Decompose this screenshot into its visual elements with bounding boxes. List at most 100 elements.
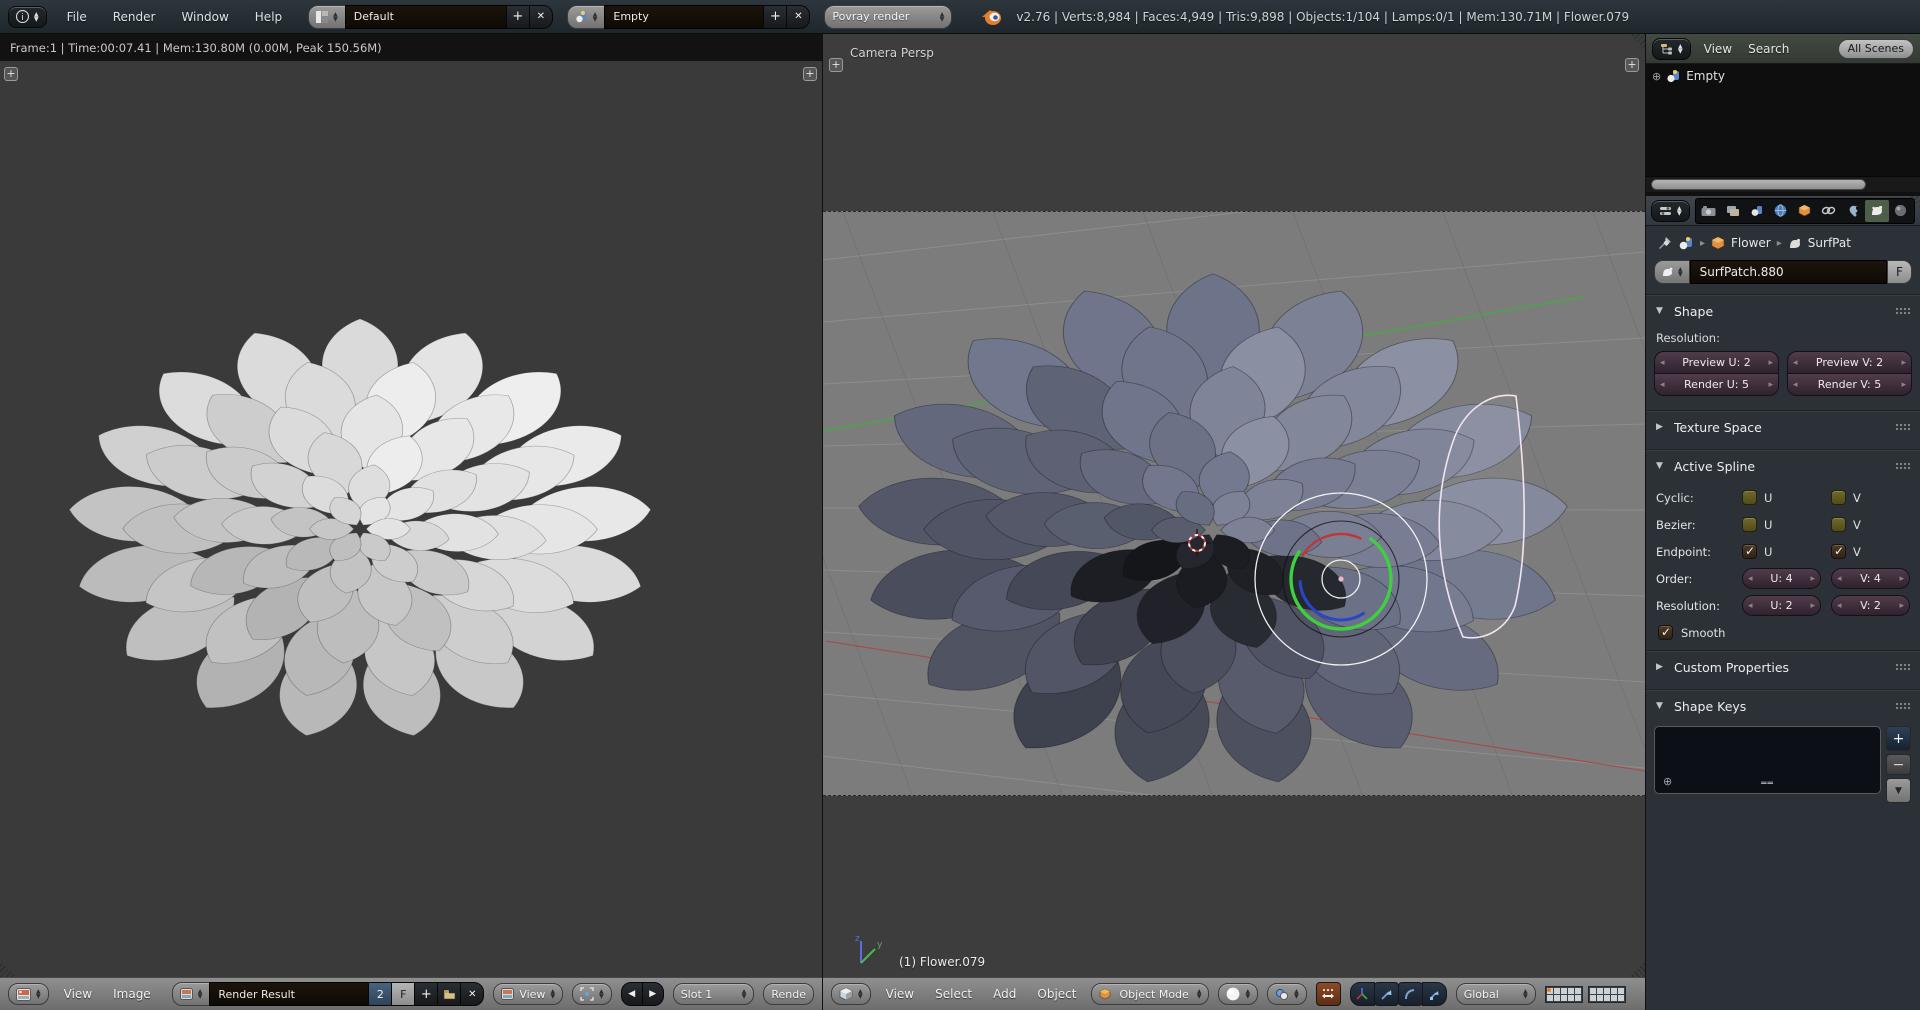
fake-user-button[interactable]: F xyxy=(391,982,415,1006)
remove-shape-key-button[interactable]: − xyxy=(1886,754,1911,775)
resize-grip[interactable] xyxy=(1629,34,1645,50)
transform-orientation-select[interactable]: Global xyxy=(1456,983,1536,1005)
panel-custom-properties-header[interactable]: ▶ Custom Properties xyxy=(1646,655,1920,679)
menu-search[interactable]: Search xyxy=(1745,42,1792,56)
preview-v-slider[interactable]: Preview V: 2 xyxy=(1788,352,1911,373)
unlink-image-button[interactable]: ✕ xyxy=(460,982,484,1006)
layer-cell[interactable] xyxy=(1554,988,1560,994)
layer-cell[interactable] xyxy=(1554,995,1560,1001)
shape-key-specials-button[interactable]: ▼ xyxy=(1886,778,1911,803)
layer-cell[interactable] xyxy=(1597,995,1603,1001)
menu-help[interactable]: Help xyxy=(249,10,288,24)
cyclic-u-checkbox[interactable] xyxy=(1742,490,1757,505)
endpoint-u-checkbox[interactable] xyxy=(1742,544,1757,559)
scene-delete-button[interactable]: ✕ xyxy=(786,5,810,29)
tab-object[interactable] xyxy=(1793,200,1817,222)
layer-cell[interactable] xyxy=(1618,988,1624,994)
layer-cell[interactable] xyxy=(1561,988,1567,994)
editor-type-button-image[interactable] xyxy=(8,983,49,1005)
bezier-u-checkbox[interactable] xyxy=(1742,517,1757,532)
rotate-manipulator-button[interactable] xyxy=(1398,982,1423,1006)
editor-type-button-outliner[interactable] xyxy=(1652,38,1691,60)
tab-object-data[interactable] xyxy=(1865,200,1889,222)
panel-shape-keys-header[interactable]: ▼ Shape Keys xyxy=(1646,694,1920,718)
layout-delete-button[interactable]: ✕ xyxy=(529,5,553,29)
layer-cell[interactable] xyxy=(1604,995,1610,1001)
panel-texture-space-header[interactable]: ▶ Texture Space xyxy=(1646,415,1920,439)
panel-grip-icon[interactable] xyxy=(1895,663,1910,671)
surface-data-icon[interactable] xyxy=(1788,237,1802,250)
pin-icon[interactable] xyxy=(1658,236,1672,250)
layout-add-button[interactable]: + xyxy=(506,5,530,29)
region-expand-plus-icon[interactable]: + xyxy=(4,67,18,81)
tab-constraints[interactable] xyxy=(1817,200,1841,222)
outliner-item-empty[interactable]: ⊕ Empty xyxy=(1646,64,1920,84)
layer-cell[interactable] xyxy=(1547,988,1553,994)
resolution-v-slider[interactable]: V: 2 xyxy=(1831,595,1910,616)
tab-render[interactable] xyxy=(1697,200,1721,222)
layers-grid[interactable] xyxy=(1545,986,1626,1003)
camera-view[interactable] xyxy=(823,211,1645,796)
menu-image[interactable]: Image xyxy=(107,987,157,1001)
image-users-count[interactable]: 2 xyxy=(368,982,392,1006)
region-expand-plus-icon[interactable]: + xyxy=(829,58,843,72)
render-u-slider[interactable]: Render U: 5 xyxy=(1655,374,1778,395)
add-shape-key-button[interactable]: + xyxy=(1886,726,1911,751)
editor-type-button-info[interactable]: i xyxy=(8,6,47,28)
viewport-shading-select[interactable] xyxy=(1218,983,1258,1005)
fake-user-button[interactable]: F xyxy=(1887,260,1912,284)
tab-modifiers[interactable] xyxy=(1841,200,1865,222)
scene-browse-button[interactable] xyxy=(567,5,606,29)
list-resize-handle[interactable]: ══ xyxy=(1761,779,1774,789)
panel-grip-icon[interactable] xyxy=(1895,307,1910,315)
preview-u-slider[interactable]: Preview U: 2 xyxy=(1655,352,1778,373)
menu-view[interactable]: View xyxy=(1701,42,1735,56)
layer-cell[interactable] xyxy=(1597,988,1603,994)
render-v-slider[interactable]: Render V: 5 xyxy=(1788,374,1911,395)
region-expand-plus-icon[interactable]: + xyxy=(1625,58,1639,72)
layer-cell[interactable] xyxy=(1604,988,1610,994)
layout-name-field[interactable]: Default xyxy=(345,5,507,29)
previous-slot-button[interactable]: ◀ xyxy=(621,982,643,1006)
menu-view[interactable]: View xyxy=(880,987,920,1001)
pivot-select[interactable] xyxy=(572,983,612,1005)
menu-window[interactable]: Window xyxy=(175,10,234,24)
shape-keys-list[interactable]: ⊕ ══ xyxy=(1654,726,1881,794)
tab-scene[interactable] xyxy=(1745,200,1769,222)
cyclic-v-checkbox[interactable] xyxy=(1831,490,1846,505)
translate-manipulator-button[interactable] xyxy=(1374,982,1399,1006)
breadcrumb-object[interactable]: Flower xyxy=(1731,236,1771,250)
endpoint-v-checkbox[interactable] xyxy=(1831,544,1846,559)
bezier-v-checkbox[interactable] xyxy=(1831,517,1846,532)
tab-world[interactable] xyxy=(1769,200,1793,222)
image-name-field[interactable]: Render Result xyxy=(209,982,369,1006)
outliner-scrollbar[interactable] xyxy=(1646,176,1920,192)
scene-name-field[interactable]: Empty xyxy=(604,5,764,29)
editor-type-button-properties[interactable] xyxy=(1651,200,1690,222)
menu-render[interactable]: Render xyxy=(107,10,162,24)
menu-object[interactable]: Object xyxy=(1031,987,1082,1001)
layer-cell[interactable] xyxy=(1547,995,1553,1001)
layer-cell[interactable] xyxy=(1590,988,1596,994)
object-cube-icon[interactable] xyxy=(1711,236,1725,250)
panel-grip-icon[interactable] xyxy=(1895,462,1910,470)
next-slot-button[interactable]: ▶ xyxy=(642,982,664,1006)
layer-cell[interactable] xyxy=(1568,988,1574,994)
layer-cell[interactable] xyxy=(1618,995,1624,1001)
layer-cell[interactable] xyxy=(1575,995,1581,1001)
id-name-field[interactable]: SurfPatch.880 xyxy=(1690,260,1887,284)
layer-cell[interactable] xyxy=(1568,995,1574,1001)
expand-icon[interactable]: ⊕ xyxy=(1652,70,1661,83)
layer-cell[interactable] xyxy=(1611,995,1617,1001)
smooth-checkbox[interactable] xyxy=(1658,625,1673,640)
layer-cell[interactable] xyxy=(1590,995,1596,1001)
new-image-button[interactable]: + xyxy=(414,982,438,1006)
scrollbar-thumb[interactable] xyxy=(1651,179,1866,190)
region-expand-plus-icon[interactable]: + xyxy=(803,67,817,81)
layout-browse-button[interactable] xyxy=(308,5,346,29)
display-channels-select[interactable]: View xyxy=(493,983,563,1005)
editor-type-button-3d[interactable] xyxy=(831,983,871,1005)
menu-file[interactable]: File xyxy=(61,10,93,24)
panel-grip-icon[interactable] xyxy=(1895,702,1910,710)
render-engine-select[interactable]: Povray render xyxy=(824,5,952,29)
